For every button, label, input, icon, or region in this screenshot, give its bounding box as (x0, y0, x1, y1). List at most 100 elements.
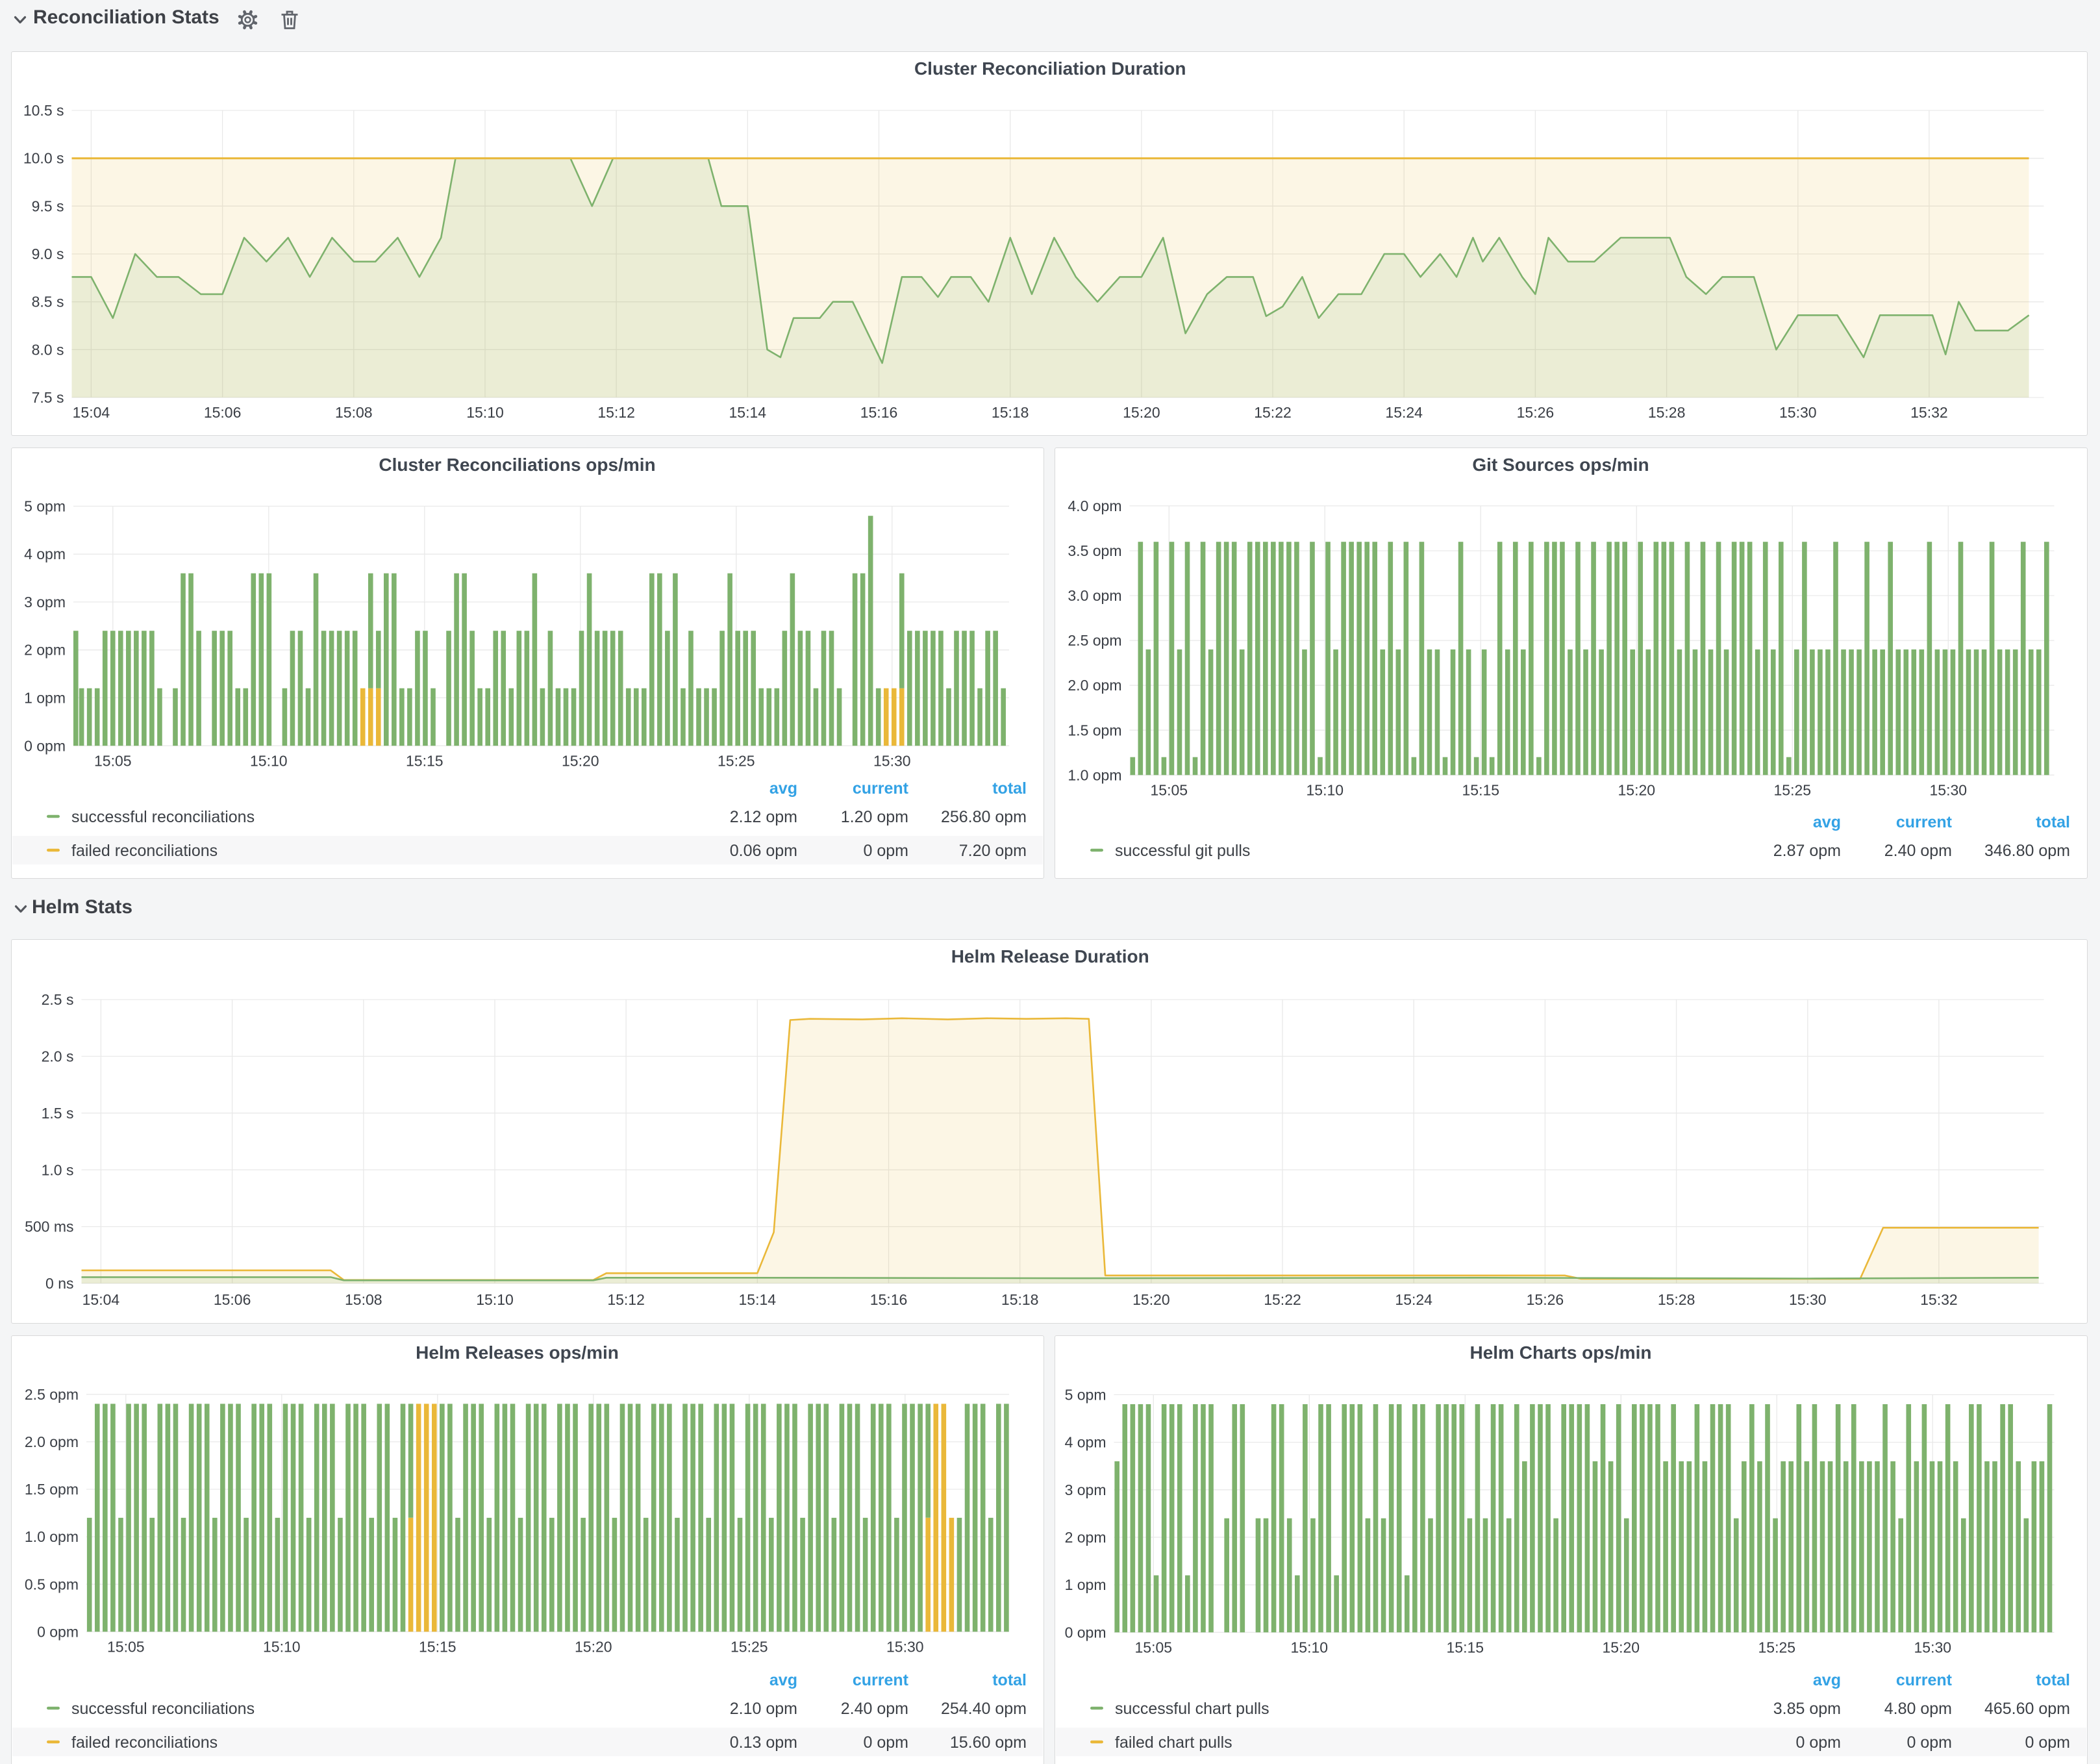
svg-text:2 opm: 2 opm (1064, 1529, 1106, 1546)
svg-text:0 opm: 0 opm (864, 842, 908, 860)
svg-text:15:10: 15:10 (250, 752, 288, 769)
svg-text:0.5 opm: 0.5 opm (25, 1576, 79, 1593)
svg-text:successful reconciliations: successful reconciliations (71, 808, 255, 826)
svg-text:1.0 opm: 1.0 opm (25, 1528, 79, 1545)
svg-text:15:05: 15:05 (94, 752, 132, 769)
svg-text:0 ns: 0 ns (45, 1275, 73, 1292)
svg-text:5 opm: 5 opm (24, 498, 66, 514)
svg-text:successful reconciliations: successful reconciliations (71, 1700, 255, 1718)
svg-text:1.5 opm: 1.5 opm (25, 1481, 79, 1498)
svg-text:15:28: 15:28 (1657, 1291, 1695, 1308)
svg-text:346.80 opm: 346.80 opm (1984, 842, 2069, 860)
svg-text:2.87 opm: 2.87 opm (1773, 842, 1840, 860)
svg-text:Cluster Reconciliations ops/mi: Cluster Reconciliations ops/min (379, 455, 655, 475)
svg-text:15:30: 15:30 (1914, 1639, 1951, 1656)
svg-text:15:26: 15:26 (1516, 404, 1554, 421)
svg-text:failed reconciliations: failed reconciliations (71, 1733, 218, 1752)
svg-text:total: total (992, 1671, 1027, 1689)
svg-text:8.0 s: 8.0 s (31, 341, 64, 358)
svg-text:15:32: 15:32 (1920, 1291, 1958, 1308)
svg-text:1.0 s: 1.0 s (41, 1161, 73, 1178)
svg-text:avg: avg (769, 1671, 797, 1689)
svg-text:15:30: 15:30 (1929, 781, 1967, 798)
svg-text:5 opm: 5 opm (1064, 1387, 1106, 1404)
svg-text:0 opm: 0 opm (37, 1623, 79, 1640)
svg-text:15:30: 15:30 (873, 752, 911, 769)
svg-text:0 opm: 0 opm (1906, 1733, 1951, 1752)
svg-text:2.0 opm: 2.0 opm (1068, 677, 1121, 694)
svg-text:15:28: 15:28 (1647, 404, 1685, 421)
svg-text:15:12: 15:12 (597, 404, 635, 421)
svg-text:avg: avg (1812, 1671, 1840, 1689)
svg-text:15:06: 15:06 (213, 1291, 251, 1308)
svg-text:15:30: 15:30 (1779, 404, 1817, 421)
svg-text:failed reconciliations: failed reconciliations (71, 842, 218, 860)
svg-text:3 opm: 3 opm (24, 594, 66, 611)
svg-text:15:20: 15:20 (1123, 404, 1160, 421)
svg-text:465.60 opm: 465.60 opm (1984, 1700, 2069, 1718)
svg-text:0 opm: 0 opm (2025, 1733, 2069, 1752)
svg-text:15:04: 15:04 (82, 1291, 119, 1308)
svg-text:15:25: 15:25 (1758, 1639, 1795, 1656)
svg-text:15:25: 15:25 (731, 1638, 768, 1655)
svg-text:15:15: 15:15 (1462, 781, 1499, 798)
svg-text:total: total (2036, 813, 2070, 831)
svg-text:2.40 opm: 2.40 opm (1884, 842, 1951, 860)
svg-text:avg: avg (769, 779, 797, 798)
svg-text:15:18: 15:18 (1001, 1291, 1038, 1308)
svg-text:Helm Release Duration: Helm Release Duration (951, 946, 1149, 966)
svg-text:15:20: 15:20 (1602, 1639, 1640, 1656)
svg-text:15:26: 15:26 (1526, 1291, 1564, 1308)
svg-text:4.0 opm: 4.0 opm (1068, 498, 1121, 514)
svg-text:1.5 opm: 1.5 opm (1068, 722, 1121, 738)
svg-text:15:30: 15:30 (886, 1638, 924, 1655)
svg-text:successful git pulls: successful git pulls (1115, 842, 1250, 860)
svg-text:15:16: 15:16 (860, 404, 897, 421)
svg-text:15:15: 15:15 (406, 752, 444, 769)
svg-text:15:20: 15:20 (575, 1638, 612, 1655)
svg-text:current: current (853, 1671, 909, 1689)
svg-text:4.80 opm: 4.80 opm (1884, 1700, 1951, 1718)
svg-text:0 opm: 0 opm (864, 1733, 908, 1752)
svg-text:3.85 opm: 3.85 opm (1773, 1700, 1840, 1718)
svg-text:15:14: 15:14 (729, 404, 766, 421)
svg-text:15:25: 15:25 (1773, 781, 1811, 798)
svg-text:2 opm: 2 opm (24, 642, 66, 659)
svg-text:avg: avg (1812, 813, 1840, 831)
svg-text:0 opm: 0 opm (1064, 1624, 1106, 1641)
svg-text:Helm Charts ops/min: Helm Charts ops/min (1469, 1342, 1651, 1363)
svg-text:15:15: 15:15 (419, 1638, 456, 1655)
svg-text:1 opm: 1 opm (1064, 1576, 1106, 1593)
svg-text:15:12: 15:12 (607, 1291, 645, 1308)
svg-text:15:10: 15:10 (476, 1291, 514, 1308)
svg-text:15:22: 15:22 (1254, 404, 1292, 421)
svg-text:total: total (2036, 1671, 2070, 1689)
svg-text:3.0 opm: 3.0 opm (1068, 587, 1121, 604)
svg-text:Helm Releases ops/min: Helm Releases ops/min (416, 1342, 619, 1363)
svg-text:15:22: 15:22 (1264, 1291, 1301, 1308)
svg-text:1.5 s: 1.5 s (41, 1105, 73, 1122)
svg-text:15:10: 15:10 (263, 1638, 301, 1655)
svg-text:15:04: 15:04 (72, 404, 110, 421)
svg-text:15:32: 15:32 (1910, 404, 1948, 421)
svg-text:15:18: 15:18 (991, 404, 1029, 421)
svg-text:15.60 opm: 15.60 opm (950, 1733, 1027, 1752)
svg-text:3 opm: 3 opm (1064, 1481, 1106, 1498)
svg-text:1.20 opm: 1.20 opm (841, 808, 908, 826)
svg-text:15:05: 15:05 (1134, 1639, 1172, 1656)
svg-text:15:20: 15:20 (562, 752, 599, 769)
svg-text:15:08: 15:08 (335, 404, 373, 421)
svg-text:15:05: 15:05 (107, 1638, 145, 1655)
svg-text:3.5 opm: 3.5 opm (1068, 542, 1121, 559)
svg-text:10.5 s: 10.5 s (23, 102, 64, 119)
svg-text:total: total (992, 779, 1027, 798)
svg-text:15:16: 15:16 (869, 1291, 907, 1308)
svg-text:15:30: 15:30 (1789, 1291, 1827, 1308)
svg-text:15:10: 15:10 (466, 404, 504, 421)
svg-text:15:10: 15:10 (1290, 1639, 1328, 1656)
svg-text:15:05: 15:05 (1150, 781, 1188, 798)
svg-text:1 opm: 1 opm (24, 690, 66, 707)
svg-text:15:24: 15:24 (1385, 404, 1423, 421)
svg-text:Cluster Reconciliation Duratio: Cluster Reconciliation Duration (914, 58, 1186, 79)
svg-text:15:24: 15:24 (1395, 1291, 1432, 1308)
